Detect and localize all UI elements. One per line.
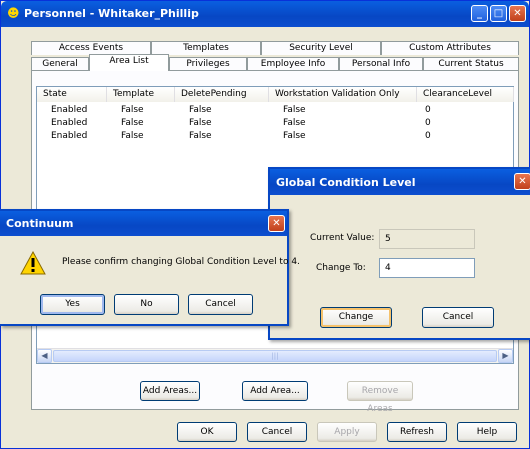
add-area-button[interactable]: Add Area... xyxy=(242,381,308,401)
cell-template: False xyxy=(121,118,144,128)
column-label: Workstation Validation Only xyxy=(275,89,400,99)
warning-icon xyxy=(20,251,46,275)
cell-state: Enabled xyxy=(51,131,88,141)
column-label: DeletePending xyxy=(181,89,247,99)
cancel-button[interactable]: Cancel xyxy=(247,422,307,442)
maximize-button[interactable]: □ xyxy=(490,5,507,22)
tab-label: Security Level xyxy=(289,43,353,53)
ok-button[interactable]: OK xyxy=(177,422,237,442)
change-button[interactable]: Change xyxy=(320,307,392,328)
refresh-button[interactable]: Refresh xyxy=(387,422,447,442)
dialog-titlebar[interactable]: Continuum ✕ xyxy=(0,211,287,236)
cell-workstation: False xyxy=(283,131,306,141)
column-label: Template xyxy=(113,89,155,99)
cell-clearance: 0 xyxy=(425,105,431,115)
horizontal-scrollbar[interactable]: ◀ ||| ▶ xyxy=(37,348,513,363)
add-areas-button[interactable]: Add Areas... xyxy=(140,381,200,401)
close-button[interactable]: ✕ xyxy=(509,5,526,22)
window-titlebar[interactable]: ☻ Personnel - Whitaker_Phillip _ □ ✕ xyxy=(1,1,529,27)
cell-deletepending: False xyxy=(189,118,212,128)
cell-template: False xyxy=(121,105,144,115)
column-header-deletepending[interactable]: DeletePending xyxy=(175,87,269,102)
tab-label: General xyxy=(42,59,78,69)
column-header-template[interactable]: Template xyxy=(107,87,175,102)
tab-access-events[interactable]: Access Events xyxy=(31,41,151,55)
dialog-title: Continuum xyxy=(6,217,74,230)
scroll-thumb[interactable]: ||| xyxy=(53,350,497,362)
cancel-button[interactable]: Cancel xyxy=(422,307,494,328)
tab-label: Templates xyxy=(183,43,229,53)
cell-deletepending: False xyxy=(189,105,212,115)
cell-deletepending: False xyxy=(189,131,212,141)
yes-button[interactable]: Yes xyxy=(40,294,105,315)
remove-areas-button[interactable]: Remove Areas xyxy=(347,381,413,414)
tab-label: Employee Info xyxy=(260,59,326,69)
cell-state: Enabled xyxy=(51,105,88,115)
no-button[interactable]: No xyxy=(114,294,179,315)
minimize-button[interactable]: _ xyxy=(471,5,488,22)
tab-label: Personal Info xyxy=(351,59,411,69)
cell-clearance: 0 xyxy=(425,131,431,141)
continuum-dialog: Continuum ✕ Please confirm changing Glob… xyxy=(0,209,300,326)
current-value-label: Current Value: xyxy=(310,233,375,243)
tab-label: Area List xyxy=(109,56,149,66)
tab-employee-info[interactable]: Employee Info xyxy=(247,57,339,71)
tab-privileges[interactable]: Privileges xyxy=(169,57,247,71)
cancel-button[interactable]: Cancel xyxy=(188,294,253,315)
tab-templates[interactable]: Templates xyxy=(151,41,261,55)
scroll-left-button[interactable]: ◀ xyxy=(37,349,52,363)
tab-label: Current Status xyxy=(438,59,504,69)
global-condition-level-dialog: Global Condition Level ✕ Current Value: … xyxy=(268,167,530,340)
help-button[interactable]: Help xyxy=(457,422,517,442)
cell-template: False xyxy=(121,131,144,141)
close-button[interactable]: ✕ xyxy=(268,215,285,232)
confirm-message: Please confirm changing Global Condition… xyxy=(62,257,300,267)
column-label: State xyxy=(43,89,67,99)
app-icon: ☻ xyxy=(7,6,20,20)
column-header-clearancelevel[interactable]: ClearanceLevel xyxy=(417,87,514,102)
tab-personal-info[interactable]: Personal Info xyxy=(339,57,423,71)
tab-current-status[interactable]: Current Status xyxy=(423,57,519,71)
dialog-title: Global Condition Level xyxy=(276,176,416,189)
dialog-titlebar[interactable]: Global Condition Level ✕ xyxy=(270,169,530,195)
cell-workstation: False xyxy=(283,118,306,128)
current-value-field: 5 xyxy=(379,229,475,249)
tab-general[interactable]: General xyxy=(31,57,89,71)
tab-custom-attributes[interactable]: Custom Attributes xyxy=(381,41,519,55)
column-header-workstation-validation[interactable]: Workstation Validation Only xyxy=(269,87,417,102)
tab-label: Access Events xyxy=(58,43,124,53)
change-to-input[interactable]: 4 xyxy=(379,258,475,278)
cell-state: Enabled xyxy=(51,118,88,128)
tab-security-level[interactable]: Security Level xyxy=(261,41,381,55)
column-label: ClearanceLevel xyxy=(423,89,492,99)
tab-area-list[interactable]: Area List xyxy=(89,54,169,71)
cell-clearance: 0 xyxy=(425,118,431,128)
apply-button[interactable]: Apply xyxy=(317,422,377,442)
column-header-state[interactable]: State xyxy=(37,87,107,102)
scroll-right-button[interactable]: ▶ xyxy=(498,349,513,363)
close-button[interactable]: ✕ xyxy=(514,173,530,190)
tab-label: Privileges xyxy=(186,59,230,69)
change-to-label: Change To: xyxy=(316,263,366,273)
tab-label: Custom Attributes xyxy=(409,43,491,53)
window-title: Personnel - Whitaker_Phillip xyxy=(24,7,199,20)
cell-workstation: False xyxy=(283,105,306,115)
